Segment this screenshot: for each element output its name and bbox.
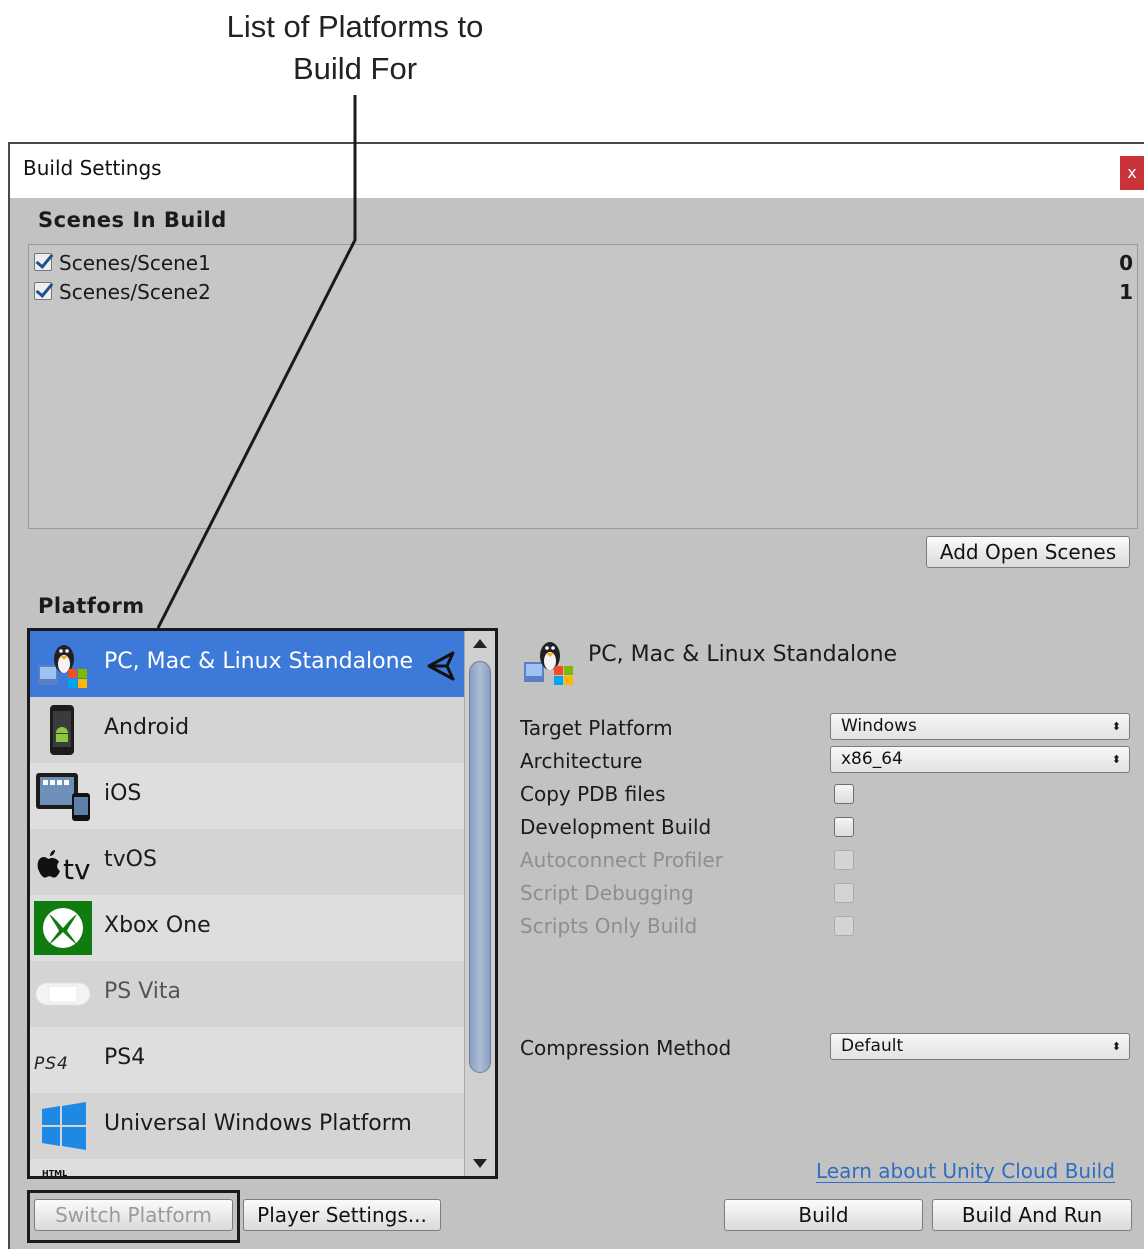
window-title: Build Settings bbox=[23, 156, 162, 180]
platform-item-tvos[interactable]: tv tvOS bbox=[30, 829, 464, 895]
compression-method-value: Default bbox=[841, 1036, 904, 1056]
development-build-label: Development Build bbox=[520, 815, 712, 839]
standalone-icon bbox=[524, 642, 573, 685]
build-settings-window: Build Settings x Scenes In Build Scenes/… bbox=[8, 142, 1144, 1249]
platform-scrollbar[interactable] bbox=[464, 631, 495, 1176]
scenes-in-build-heading: Scenes In Build bbox=[38, 208, 227, 232]
scene-row[interactable]: Scenes/Scene2 1 bbox=[34, 278, 1133, 306]
close-button[interactable]: x bbox=[1120, 156, 1144, 190]
copy-pdb-label: Copy PDB files bbox=[520, 782, 666, 806]
title-bar: Build Settings x bbox=[10, 144, 1144, 198]
compression-method-label: Compression Method bbox=[520, 1036, 732, 1060]
platform-item-webgl[interactable]: HTML bbox=[30, 1159, 464, 1178]
psvita-icon bbox=[35, 982, 91, 1006]
tvos-icon: tv bbox=[37, 850, 91, 886]
selected-platform-name: PC, Mac & Linux Standalone bbox=[588, 642, 898, 667]
platform-label: PS4 bbox=[104, 1045, 146, 1070]
ios-icon bbox=[36, 773, 90, 821]
scene-name: Scenes/Scene1 bbox=[59, 251, 211, 275]
dropdown-arrow-icon: ⬍ bbox=[1111, 720, 1121, 733]
target-platform-value: Windows bbox=[841, 716, 917, 736]
callout-line-1: List of Platforms to bbox=[226, 9, 484, 44]
script-debugging-checkbox bbox=[834, 883, 854, 903]
copy-pdb-checkbox[interactable] bbox=[834, 784, 854, 804]
platform-item-ios[interactable]: iOS bbox=[30, 763, 464, 829]
switch-platform-button[interactable]: Switch Platform bbox=[34, 1199, 233, 1231]
target-platform-dropdown[interactable]: Windows ⬍ bbox=[830, 713, 1130, 740]
tvos-icon-text: tv bbox=[63, 853, 91, 886]
autoconnect-profiler-checkbox bbox=[834, 850, 854, 870]
scenes-list: Scenes/Scene1 0 Scenes/Scene2 1 bbox=[28, 244, 1138, 529]
callout-label: List of Platforms to Build For bbox=[180, 6, 530, 90]
ps4-icon: PS4 bbox=[34, 1054, 69, 1074]
callout-line-2: Build For bbox=[292, 51, 418, 86]
scene-name: Scenes/Scene2 bbox=[59, 280, 211, 304]
cloud-build-link[interactable]: Learn about Unity Cloud Build bbox=[816, 1160, 1115, 1183]
platform-label: tvOS bbox=[104, 847, 157, 872]
add-open-scenes-button[interactable]: Add Open Scenes bbox=[926, 536, 1130, 568]
selected-platform-header: PC, Mac & Linux Standalone bbox=[516, 628, 1136, 694]
platform-list: PC, Mac & Linux Standalone Android iOS t… bbox=[27, 628, 498, 1179]
architecture-label: Architecture bbox=[520, 749, 643, 773]
xbox-icon bbox=[34, 901, 92, 955]
platform-label: iOS bbox=[104, 781, 142, 806]
architecture-value: x86_64 bbox=[841, 749, 903, 769]
target-platform-label: Target Platform bbox=[520, 716, 673, 740]
scroll-thumb[interactable] bbox=[469, 661, 491, 1073]
architecture-dropdown[interactable]: x86_64 ⬍ bbox=[830, 746, 1130, 773]
script-debugging-label: Script Debugging bbox=[520, 881, 694, 905]
scene-checkbox[interactable] bbox=[34, 253, 52, 271]
android-icon bbox=[50, 705, 74, 755]
scroll-down-arrow-icon[interactable] bbox=[473, 1159, 487, 1168]
scripts-only-build-label: Scripts Only Build bbox=[520, 914, 698, 938]
development-build-checkbox[interactable] bbox=[834, 817, 854, 837]
scene-index: 1 bbox=[1119, 280, 1133, 304]
dropdown-arrow-icon: ⬍ bbox=[1111, 1040, 1121, 1053]
html-icon-text: HTML bbox=[42, 1169, 67, 1178]
platform-item-android[interactable]: Android bbox=[30, 697, 464, 763]
autoconnect-profiler-label: Autoconnect Profiler bbox=[520, 848, 723, 872]
compression-method-dropdown[interactable]: Default ⬍ bbox=[830, 1033, 1130, 1060]
platform-item-psvita[interactable]: PS Vita bbox=[30, 961, 464, 1027]
platform-label: Android bbox=[104, 715, 190, 740]
platform-label: Universal Windows Platform bbox=[104, 1111, 412, 1136]
windows-icon bbox=[42, 1102, 86, 1150]
platform-heading: Platform bbox=[38, 594, 145, 618]
build-button[interactable]: Build bbox=[724, 1199, 923, 1231]
platform-item-standalone[interactable]: PC, Mac & Linux Standalone bbox=[30, 631, 464, 697]
html-icon: HTML bbox=[42, 1169, 67, 1178]
platform-item-uwp[interactable]: Universal Windows Platform bbox=[30, 1093, 464, 1159]
dropdown-arrow-icon: ⬍ bbox=[1111, 753, 1121, 766]
scene-checkbox[interactable] bbox=[34, 282, 52, 300]
ps4-icon-text: PS4 bbox=[34, 1054, 69, 1074]
platform-label: PS Vita bbox=[104, 979, 182, 1004]
scene-index: 0 bbox=[1119, 251, 1133, 275]
standalone-icon bbox=[38, 645, 87, 688]
scripts-only-build-checkbox bbox=[834, 916, 854, 936]
platform-item-xbox[interactable]: Xbox One bbox=[30, 895, 464, 961]
build-and-run-button[interactable]: Build And Run bbox=[932, 1199, 1132, 1231]
platform-label: PC, Mac & Linux Standalone bbox=[104, 649, 414, 674]
scroll-up-arrow-icon[interactable] bbox=[473, 639, 487, 648]
player-settings-button[interactable]: Player Settings... bbox=[243, 1199, 441, 1231]
platform-label: Xbox One bbox=[104, 913, 211, 938]
platform-item-ps4[interactable]: PS4 PS4 bbox=[30, 1027, 464, 1093]
scene-row[interactable]: Scenes/Scene1 0 bbox=[34, 249, 1133, 277]
unity-active-icon bbox=[427, 651, 455, 681]
